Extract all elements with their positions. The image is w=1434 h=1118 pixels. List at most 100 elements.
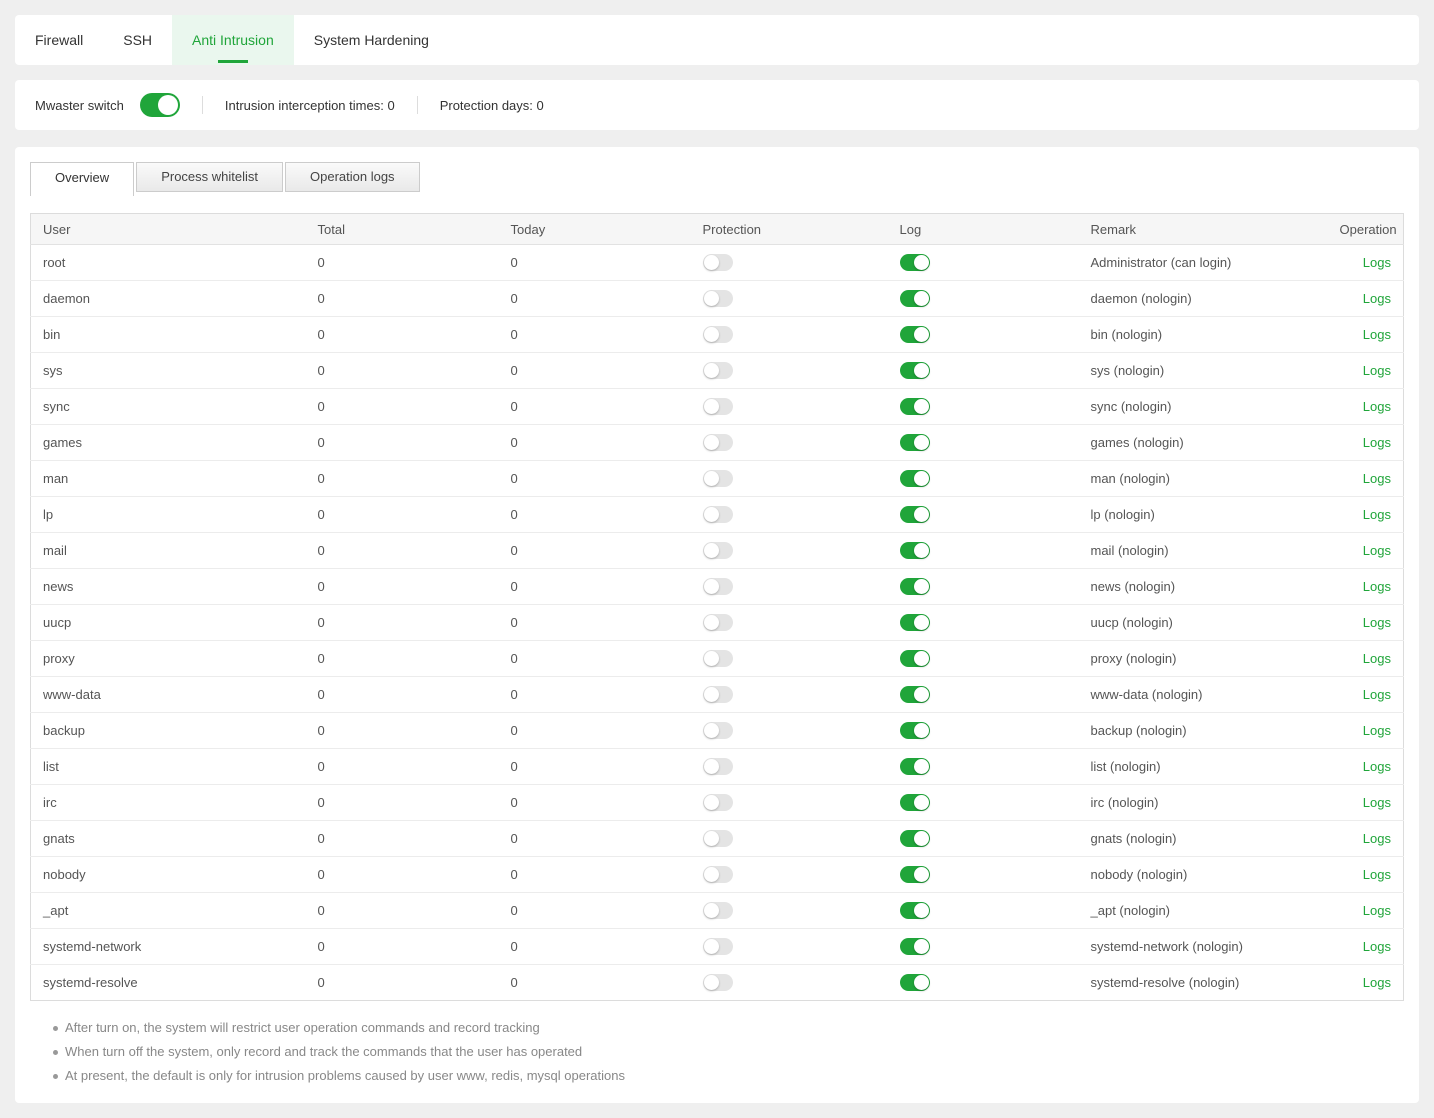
logs-link[interactable]: Logs: [1363, 867, 1391, 882]
log-toggle[interactable]: [900, 578, 930, 595]
log-toggle[interactable]: [900, 434, 930, 451]
log-toggle[interactable]: [900, 470, 930, 487]
protection-toggle[interactable]: [703, 722, 733, 739]
user-cell: systemd-network: [31, 929, 306, 965]
logs-link[interactable]: Logs: [1363, 975, 1391, 990]
logs-link[interactable]: Logs: [1363, 291, 1391, 306]
logs-link[interactable]: Logs: [1363, 615, 1391, 630]
logs-link[interactable]: Logs: [1363, 939, 1391, 954]
logs-link[interactable]: Logs: [1363, 903, 1391, 918]
log-cell: [888, 245, 1079, 281]
table-row: uucp00uucp (nologin)Logs: [31, 605, 1404, 641]
status-bar: Mwaster switch Intrusion interception ti…: [15, 80, 1419, 130]
log-toggle[interactable]: [900, 362, 930, 379]
total-cell: 0: [306, 893, 499, 929]
protection-toggle[interactable]: [703, 506, 733, 523]
operation-cell: Logs: [1328, 965, 1404, 1001]
today-cell: 0: [499, 461, 691, 497]
note-item: At present, the default is only for intr…: [53, 1064, 1404, 1088]
protection-toggle[interactable]: [703, 326, 733, 343]
tab-firewall[interactable]: Firewall: [15, 15, 103, 65]
log-toggle[interactable]: [900, 722, 930, 739]
logs-link[interactable]: Logs: [1363, 363, 1391, 378]
protection-toggle[interactable]: [703, 254, 733, 271]
logs-link[interactable]: Logs: [1363, 759, 1391, 774]
protection-toggle[interactable]: [703, 578, 733, 595]
today-cell: 0: [499, 929, 691, 965]
tab-anti-intrusion[interactable]: Anti Intrusion: [172, 15, 294, 65]
logs-link[interactable]: Logs: [1363, 507, 1391, 522]
table-row: sync00sync (nologin)Logs: [31, 389, 1404, 425]
logs-link[interactable]: Logs: [1363, 255, 1391, 270]
log-toggle[interactable]: [900, 254, 930, 271]
protection-toggle[interactable]: [703, 398, 733, 415]
main-tab-bar: Firewall SSH Anti Intrusion System Harde…: [15, 15, 1419, 65]
table-header: User Total Today Protection Log Remark O…: [31, 214, 1404, 245]
subtab-operation-logs[interactable]: Operation logs: [285, 162, 420, 192]
logs-link[interactable]: Logs: [1363, 327, 1391, 342]
remark-cell: systemd-resolve (nologin): [1079, 965, 1328, 1001]
log-toggle[interactable]: [900, 686, 930, 703]
log-toggle[interactable]: [900, 938, 930, 955]
logs-link[interactable]: Logs: [1363, 795, 1391, 810]
log-toggle[interactable]: [900, 830, 930, 847]
protection-toggle[interactable]: [703, 938, 733, 955]
protection-toggle[interactable]: [703, 542, 733, 559]
protection-toggle[interactable]: [703, 974, 733, 991]
toggle-knob: [704, 471, 719, 486]
protection-toggle[interactable]: [703, 794, 733, 811]
protection-toggle[interactable]: [703, 290, 733, 307]
tab-ssh[interactable]: SSH: [103, 15, 172, 65]
subtab-overview[interactable]: Overview: [30, 162, 134, 196]
toggle-knob: [914, 435, 929, 450]
protection-cell: [691, 929, 888, 965]
log-toggle[interactable]: [900, 866, 930, 883]
protection-toggle[interactable]: [703, 650, 733, 667]
user-cell: proxy: [31, 641, 306, 677]
remark-cell: irc (nologin): [1079, 785, 1328, 821]
log-toggle[interactable]: [900, 650, 930, 667]
protection-toggle[interactable]: [703, 830, 733, 847]
logs-link[interactable]: Logs: [1363, 435, 1391, 450]
tab-system-hardening[interactable]: System Hardening: [294, 15, 449, 65]
subtab-process-whitelist[interactable]: Process whitelist: [136, 162, 283, 192]
logs-link[interactable]: Logs: [1363, 471, 1391, 486]
toggle-knob: [704, 759, 719, 774]
toggle-knob: [704, 363, 719, 378]
log-toggle[interactable]: [900, 542, 930, 559]
master-switch-toggle[interactable]: [140, 93, 180, 117]
log-toggle[interactable]: [900, 506, 930, 523]
protection-toggle[interactable]: [703, 758, 733, 775]
logs-link[interactable]: Logs: [1363, 723, 1391, 738]
today-cell: 0: [499, 533, 691, 569]
logs-link[interactable]: Logs: [1363, 543, 1391, 558]
log-toggle[interactable]: [900, 326, 930, 343]
log-toggle[interactable]: [900, 614, 930, 631]
log-toggle[interactable]: [900, 794, 930, 811]
protection-toggle[interactable]: [703, 614, 733, 631]
logs-link[interactable]: Logs: [1363, 651, 1391, 666]
total-cell: 0: [306, 569, 499, 605]
protection-toggle[interactable]: [703, 686, 733, 703]
protection-toggle[interactable]: [703, 434, 733, 451]
logs-link[interactable]: Logs: [1363, 579, 1391, 594]
log-toggle[interactable]: [900, 290, 930, 307]
log-cell: [888, 389, 1079, 425]
protection-cell: [691, 497, 888, 533]
protection-toggle[interactable]: [703, 362, 733, 379]
toggle-knob: [914, 291, 929, 306]
protection-toggle[interactable]: [703, 470, 733, 487]
logs-link[interactable]: Logs: [1363, 399, 1391, 414]
log-toggle[interactable]: [900, 974, 930, 991]
logs-link[interactable]: Logs: [1363, 687, 1391, 702]
table-row: _apt00_apt (nologin)Logs: [31, 893, 1404, 929]
logs-link[interactable]: Logs: [1363, 831, 1391, 846]
protection-toggle[interactable]: [703, 902, 733, 919]
log-toggle[interactable]: [900, 398, 930, 415]
note-item: When turn off the system, only record an…: [53, 1040, 1404, 1064]
toggle-knob: [704, 795, 719, 810]
log-toggle[interactable]: [900, 902, 930, 919]
protection-toggle[interactable]: [703, 866, 733, 883]
log-toggle[interactable]: [900, 758, 930, 775]
toggle-knob: [914, 723, 929, 738]
